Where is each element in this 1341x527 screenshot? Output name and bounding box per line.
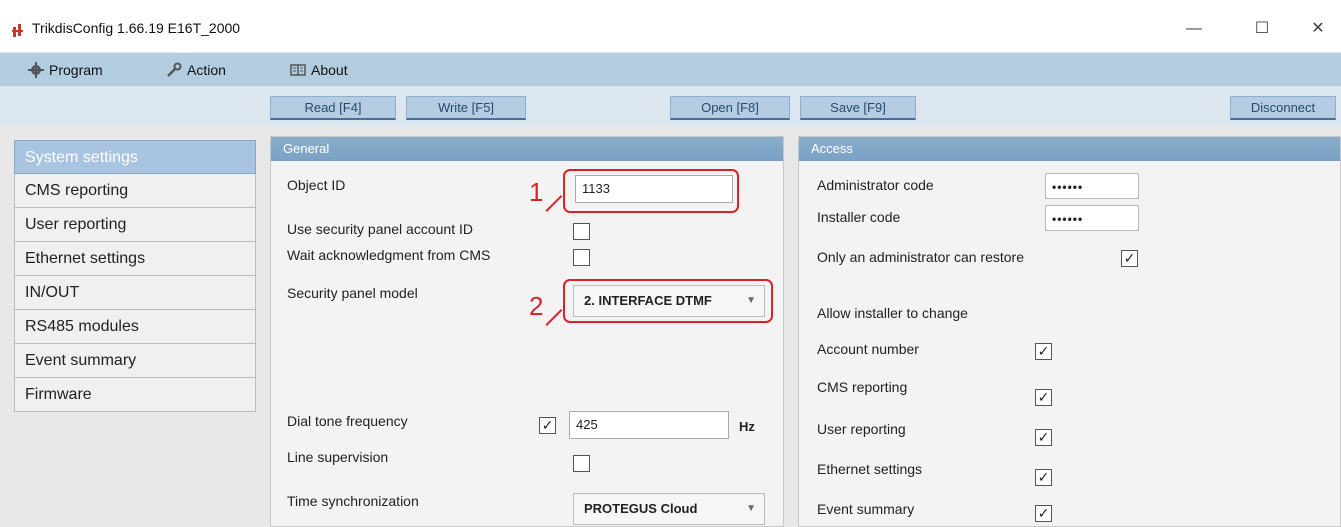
wrench-icon	[167, 62, 182, 77]
object-id-label: Object ID	[287, 177, 346, 193]
time-sync-select[interactable]: PROTEGUS Cloud ▼	[573, 493, 765, 525]
book-icon	[290, 64, 306, 76]
annotation-line-1	[545, 195, 563, 212]
user-reporting-label: User reporting	[817, 421, 906, 437]
menu-about-label: About	[311, 62, 348, 78]
annotation-line-2	[545, 309, 563, 326]
installer-code-input[interactable]: ••••••	[1045, 205, 1139, 231]
installer-code-label: Installer code	[817, 209, 901, 225]
highlight-box-panel-model	[563, 279, 773, 323]
ethernet-settings-checkbox[interactable]: ✓	[1035, 469, 1052, 486]
dropdown-arrow-icon: ▼	[746, 503, 756, 514]
event-summary-checkbox[interactable]: ✓	[1035, 505, 1052, 522]
admin-code-label: Administrator code	[817, 177, 934, 193]
menu-action[interactable]: Action	[166, 59, 226, 81]
sidebar-item-rs485-modules[interactable]: RS485 modules	[14, 310, 256, 344]
dial-tone-label: Dial tone frequency	[287, 413, 408, 429]
toolbar: Read [F4] Write [F5] Open [F8] Save [F9]…	[0, 86, 1341, 126]
account-number-checkbox[interactable]: ✓	[1035, 343, 1052, 360]
sidebar-item-event-summary[interactable]: Event summary	[14, 344, 256, 378]
menu-program-label: Program	[49, 62, 103, 78]
menu-about[interactable]: About	[290, 59, 348, 81]
only-admin-restore-checkbox[interactable]: ✓	[1121, 250, 1138, 267]
cms-reporting-label: CMS reporting	[817, 379, 908, 395]
save-button[interactable]: Save [F9]	[800, 96, 916, 120]
maximize-button[interactable]: ☐	[1242, 14, 1282, 44]
window-title: TrikdisConfig 1.66.19 E16T_2000	[32, 20, 241, 36]
time-sync-label: Time synchronization	[287, 493, 419, 509]
account-number-label: Account number	[817, 341, 919, 357]
use-panel-account-checkbox[interactable]	[573, 223, 590, 240]
minimize-button[interactable]: —	[1174, 14, 1214, 44]
dial-tone-unit: Hz	[739, 419, 755, 434]
dial-tone-checkbox[interactable]: ✓	[539, 417, 556, 434]
line-supervision-checkbox[interactable]	[573, 455, 590, 472]
admin-code-input[interactable]: ••••••	[1045, 173, 1139, 199]
write-button[interactable]: Write [F5]	[406, 96, 526, 120]
access-panel: Access Administrator code •••••• Install…	[798, 136, 1341, 527]
wait-ack-label: Wait acknowledgment from CMS	[287, 247, 491, 263]
access-panel-title: Access	[799, 137, 1340, 161]
sidebar-item-firmware[interactable]: Firmware	[14, 378, 256, 412]
annotation-marker-1: 1	[529, 177, 544, 207]
cms-reporting-checkbox[interactable]: ✓	[1035, 389, 1052, 406]
sidebar: System settings CMS reporting User repor…	[14, 140, 256, 412]
wait-ack-checkbox[interactable]	[573, 249, 590, 266]
title-bar: TrikdisConfig 1.66.19 E16T_2000 — ☐ ✕	[0, 0, 1341, 53]
close-button[interactable]: ✕	[1298, 14, 1338, 44]
open-button[interactable]: Open [F8]	[670, 96, 790, 120]
sidebar-item-in-out[interactable]: IN/OUT	[14, 276, 256, 310]
allow-installer-label: Allow installer to change	[817, 305, 968, 321]
general-panel-title: General	[271, 137, 783, 161]
menu-program[interactable]: Program	[28, 59, 103, 81]
app-logo-icon	[12, 24, 23, 37]
gear-icon	[28, 62, 44, 78]
only-admin-restore-label: Only an administrator can restore	[817, 249, 1024, 265]
menu-action-label: Action	[187, 62, 226, 78]
highlight-box-object-id	[563, 169, 739, 213]
time-sync-value: PROTEGUS Cloud	[584, 501, 698, 516]
sidebar-item-ethernet-settings[interactable]: Ethernet settings	[14, 242, 256, 276]
annotation-marker-2: 2	[529, 291, 544, 321]
panel-model-label: Security panel model	[287, 285, 418, 301]
sidebar-item-user-reporting[interactable]: User reporting	[14, 208, 256, 242]
general-panel: General Object ID 1133 Use security pane…	[270, 136, 784, 527]
use-panel-account-label: Use security panel account ID	[287, 221, 473, 237]
menu-bar: Program Action About	[0, 53, 1341, 86]
event-summary-label: Event summary	[817, 501, 915, 517]
read-button[interactable]: Read [F4]	[270, 96, 396, 120]
user-reporting-checkbox[interactable]: ✓	[1035, 429, 1052, 446]
line-supervision-label: Line supervision	[287, 449, 389, 465]
sidebar-item-system-settings[interactable]: System settings	[14, 140, 256, 174]
ethernet-settings-label: Ethernet settings	[817, 461, 923, 477]
disconnect-button[interactable]: Disconnect	[1230, 96, 1336, 120]
dial-tone-input[interactable]: 425	[569, 411, 729, 439]
sidebar-item-cms-reporting[interactable]: CMS reporting	[14, 174, 256, 208]
